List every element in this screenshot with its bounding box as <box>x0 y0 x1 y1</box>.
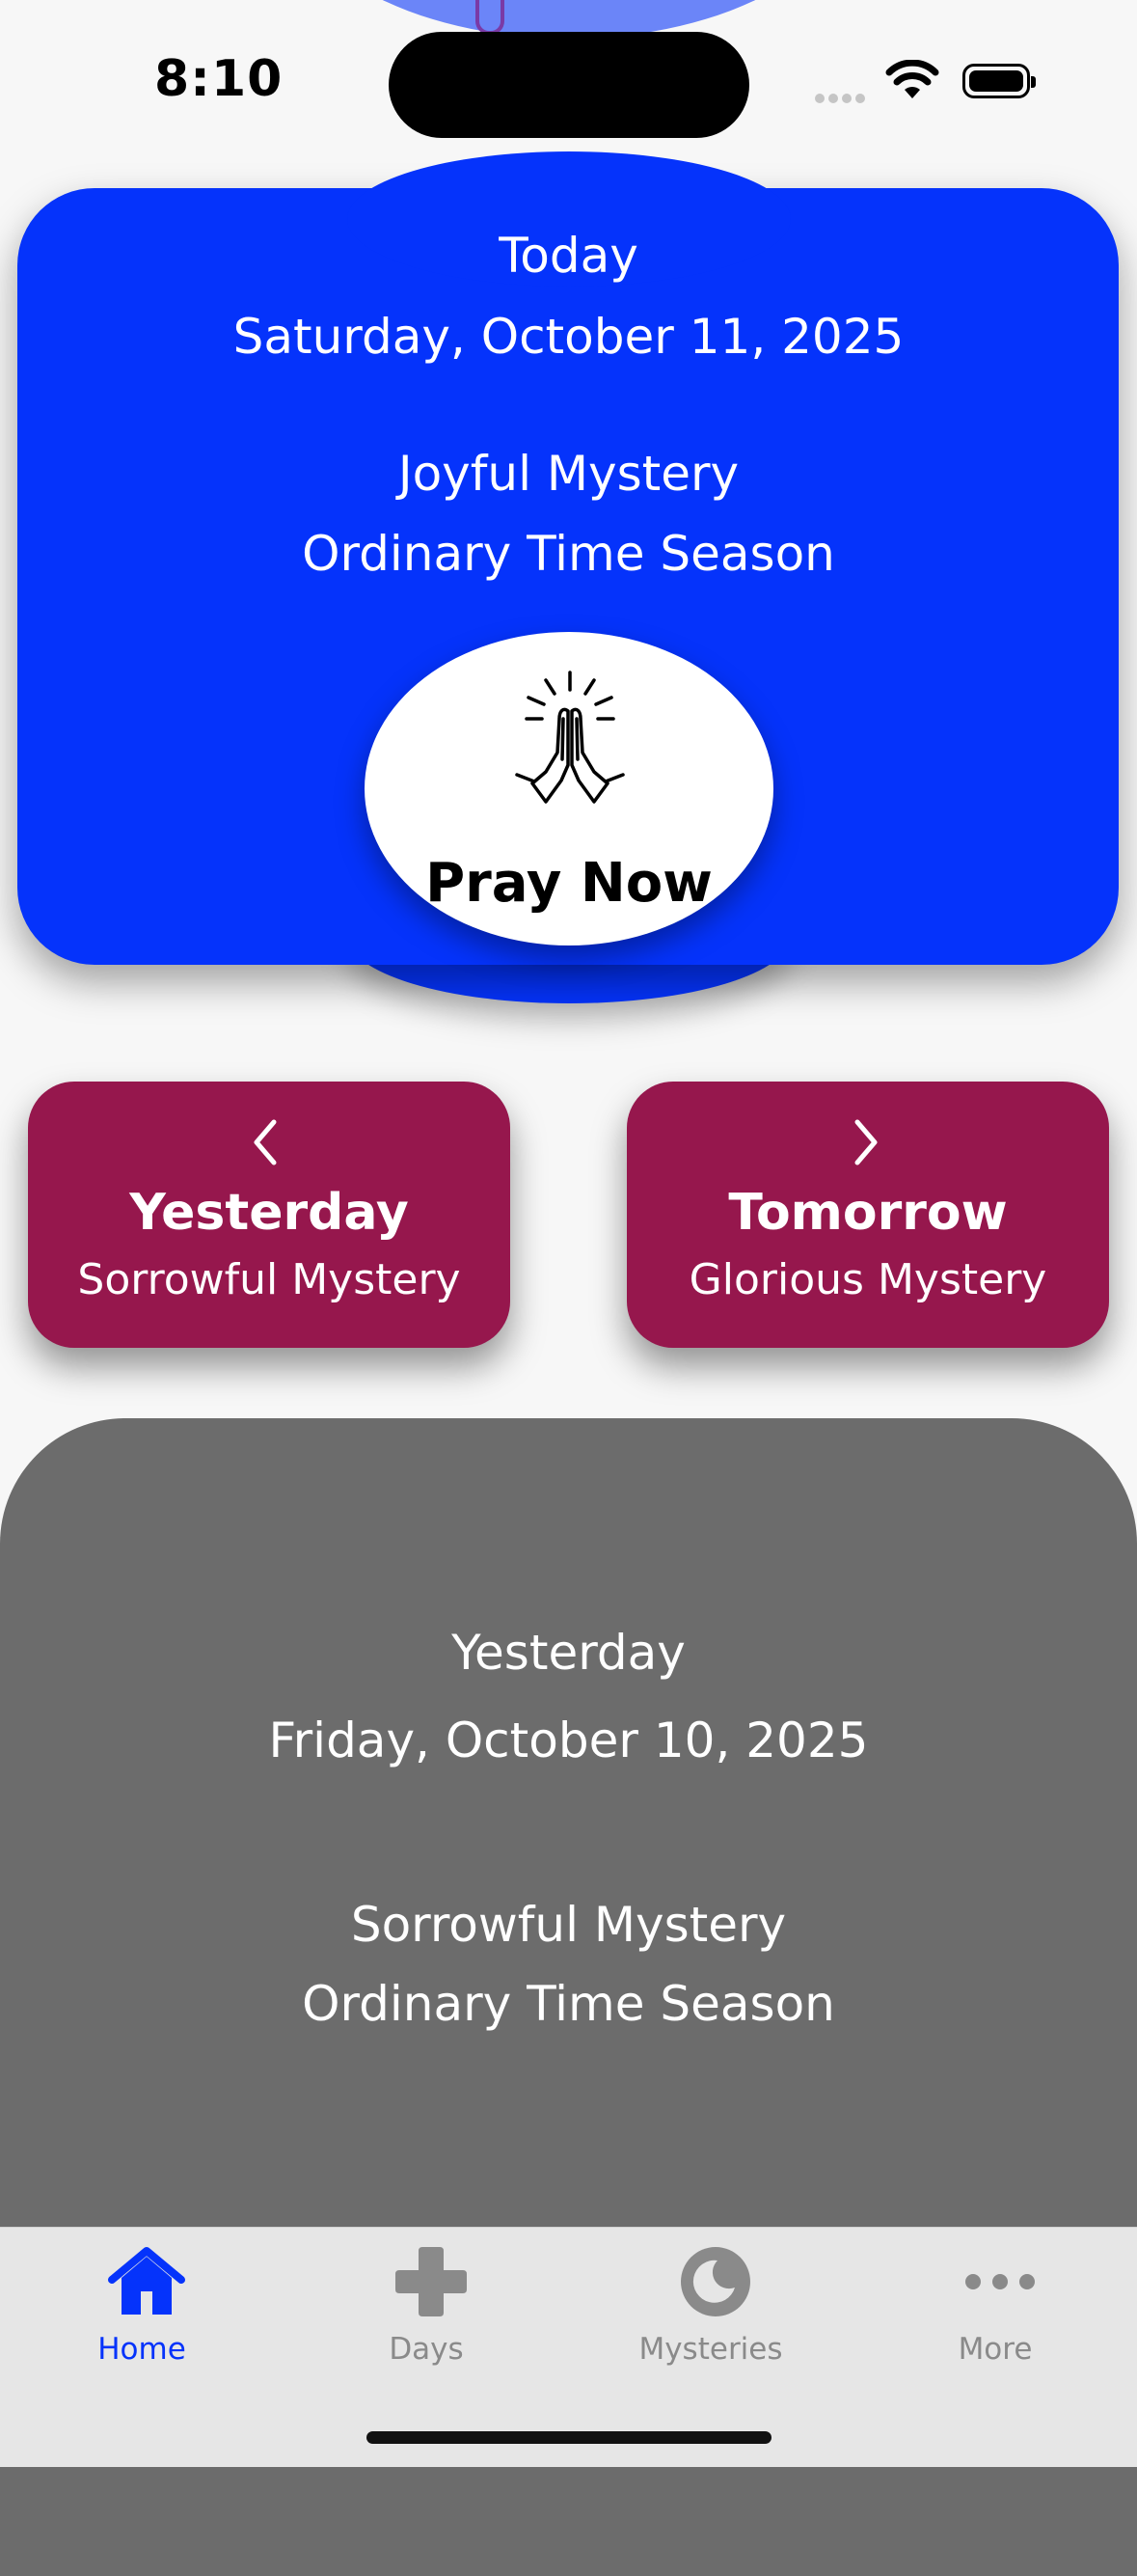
wifi-icon <box>885 60 939 98</box>
yesterday-label: Yesterday <box>451 1625 686 1681</box>
status-time: 8:10 <box>154 50 284 108</box>
pray-now-label: Pray Now <box>425 852 713 915</box>
today-label: Today <box>499 228 638 284</box>
cross-icon <box>395 2247 467 2316</box>
yesterday-mystery: Sorrowful Mystery <box>350 1897 787 1953</box>
tab-days[interactable]: Days <box>284 2228 568 2421</box>
cellular-signal-icon <box>815 89 869 107</box>
status-bar: 8:10 <box>0 0 1137 169</box>
tab-more[interactable]: More <box>853 2228 1137 2421</box>
home-indicator <box>366 2431 772 2444</box>
dynamic-island <box>389 32 749 138</box>
tomorrow-title: Tomorrow <box>728 1184 1008 1242</box>
yesterday-button[interactable]: Yesterday Sorrowful Mystery <box>28 1082 510 1348</box>
yesterday-title: Yesterday <box>129 1184 409 1242</box>
battery-icon <box>962 64 1036 98</box>
today-date: Saturday, October 11, 2025 <box>232 309 905 365</box>
house-icon <box>108 2247 185 2315</box>
tab-home-label: Home <box>97 2332 186 2367</box>
moon-icon <box>681 2247 750 2316</box>
yesterday-season: Ordinary Time Season <box>302 1976 835 2032</box>
chevron-right-icon <box>854 1119 878 1165</box>
ellipsis-icon <box>965 2274 1035 2289</box>
tomorrow-subtitle: Glorious Mystery <box>689 1255 1047 1304</box>
pray-now-button[interactable]: Pray Now <box>365 632 773 945</box>
today-season: Ordinary Time Season <box>302 526 835 582</box>
chevron-left-icon <box>254 1119 277 1165</box>
yesterday-subtitle: Sorrowful Mystery <box>77 1255 461 1304</box>
tab-mysteries[interactable]: Mysteries <box>569 2228 853 2421</box>
tomorrow-button[interactable]: Tomorrow Glorious Mystery <box>627 1082 1109 1348</box>
praying-hands-icon <box>515 671 625 804</box>
yesterday-date: Friday, October 10, 2025 <box>268 1713 869 1768</box>
today-mystery: Joyful Mystery <box>397 446 740 502</box>
tab-more-label: More <box>958 2332 1033 2367</box>
tab-home[interactable]: Home <box>0 2228 284 2421</box>
tab-mysteries-label: Mysteries <box>638 2332 783 2367</box>
tab-days-label: Days <box>389 2332 464 2367</box>
